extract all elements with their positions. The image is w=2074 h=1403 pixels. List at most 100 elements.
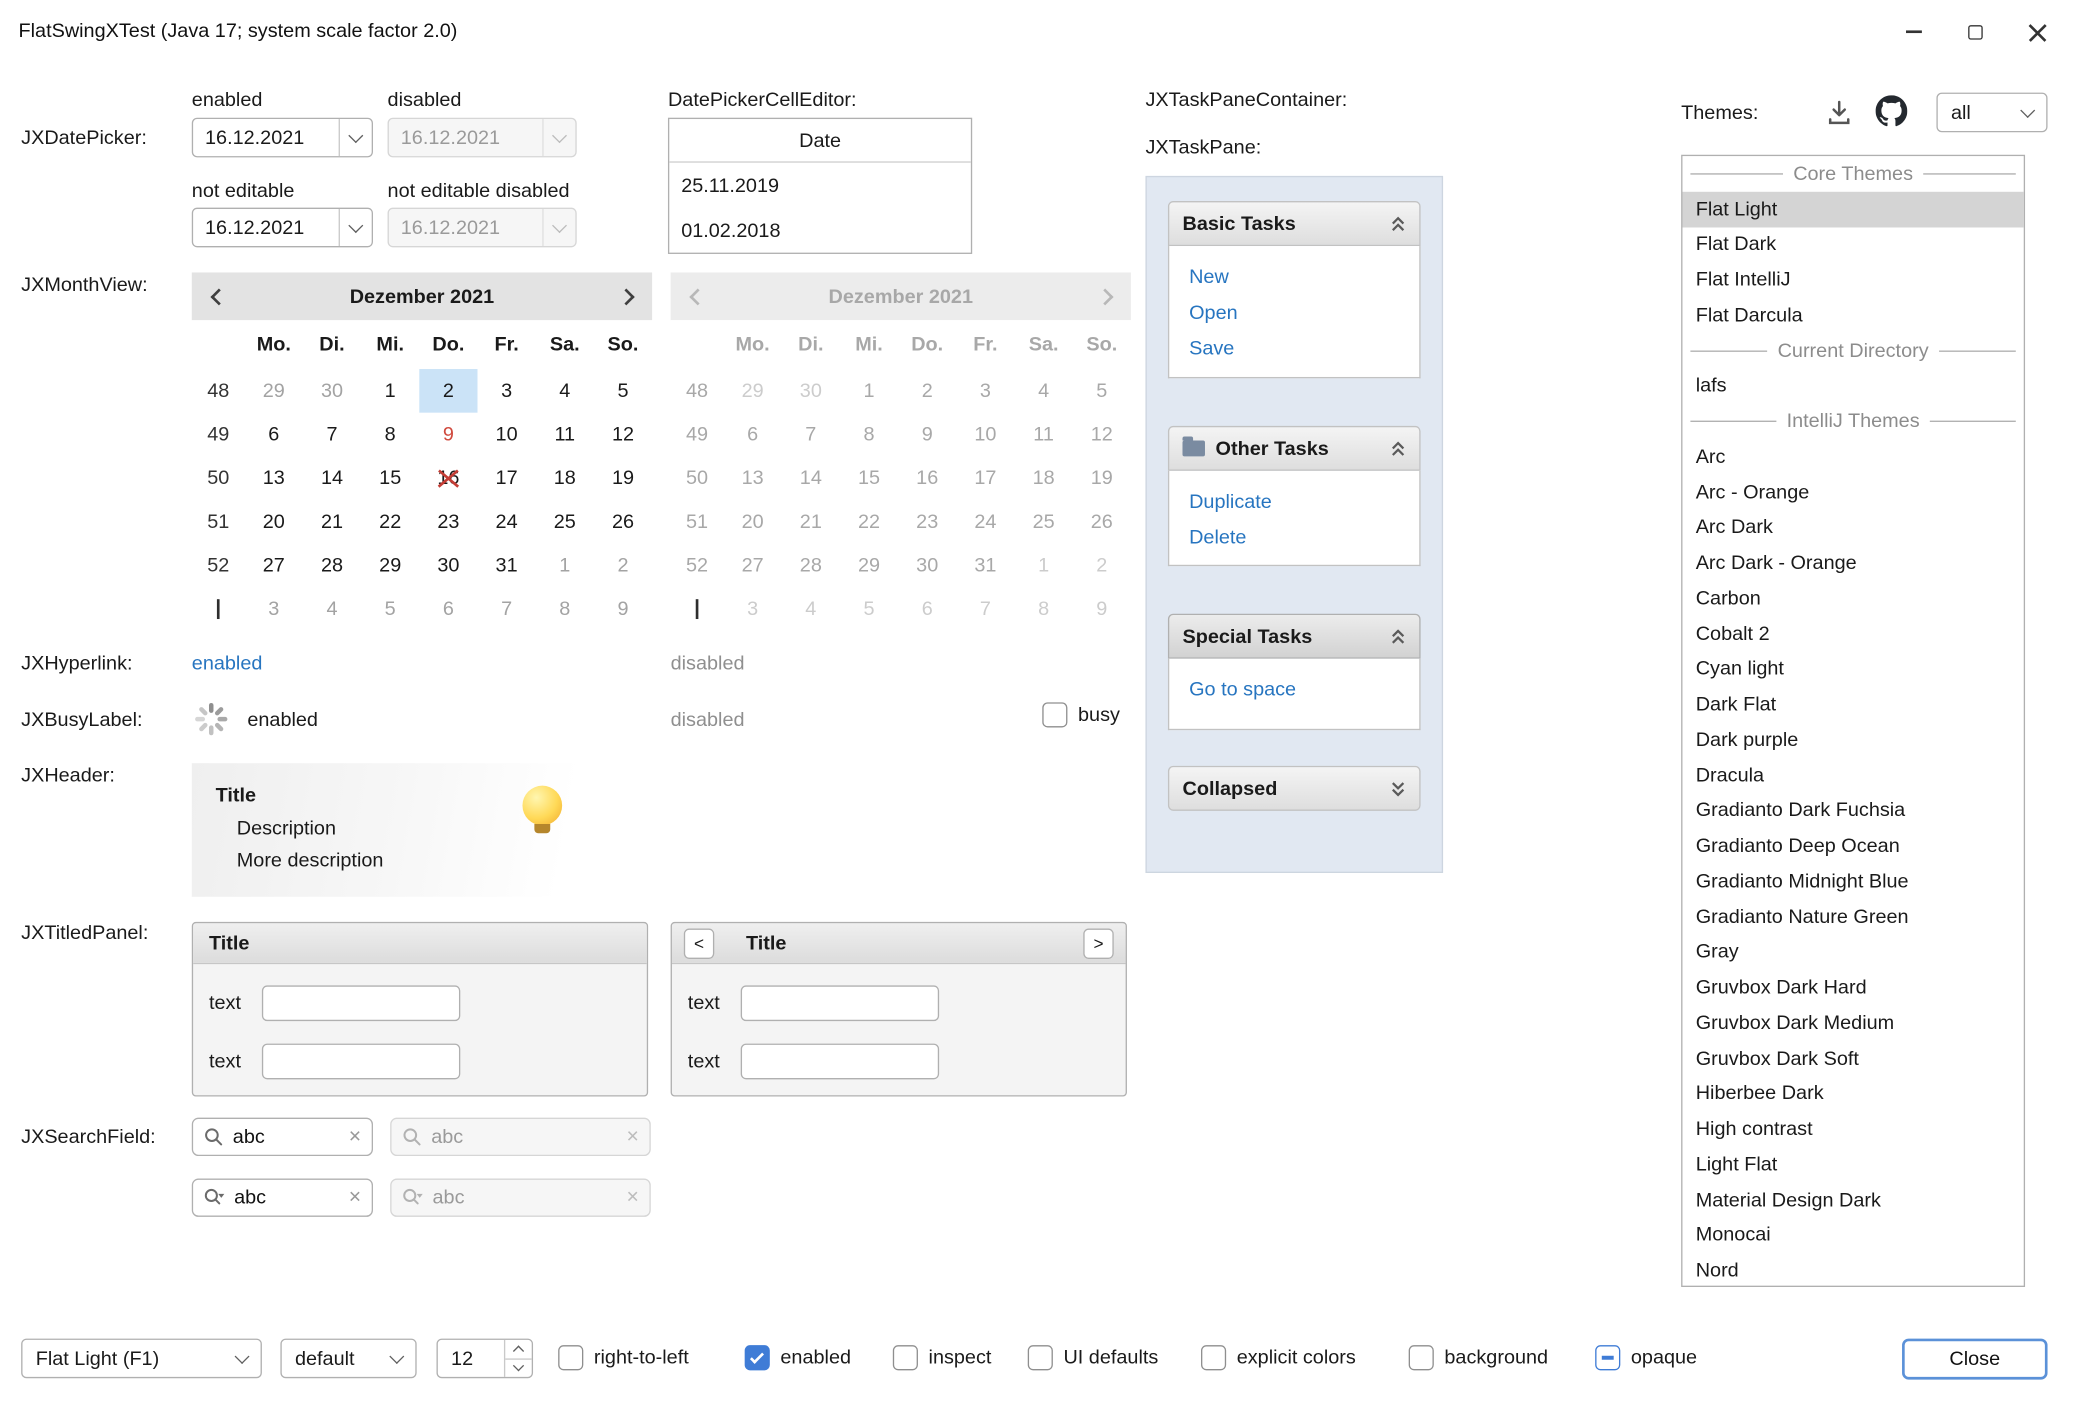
collapse-icon[interactable]: [1390, 215, 1406, 232]
next-month-button[interactable]: [1078, 272, 1131, 320]
day-cell[interactable]: 8: [361, 413, 419, 457]
theme-list-item[interactable]: Gradianto Midnight Blue: [1682, 864, 2023, 899]
theme-list-item[interactable]: Arc - Orange: [1682, 475, 2023, 510]
day-cell[interactable]: 29: [724, 369, 782, 413]
day-cell[interactable]: 8: [536, 587, 594, 631]
theme-list-item[interactable]: Light Flat: [1682, 1147, 2023, 1182]
day-cell[interactable]: 12: [594, 413, 652, 457]
clear-icon[interactable]: ×: [349, 1187, 361, 1208]
day-cell[interactable]: 18: [1015, 456, 1073, 500]
theme-list-item[interactable]: Nord: [1682, 1253, 2023, 1287]
day-cell[interactable]: 9: [1073, 587, 1131, 631]
day-cell[interactable]: 21: [782, 500, 840, 544]
window-close-button[interactable]: [2007, 0, 2069, 63]
theme-list[interactable]: Core ThemesFlat LightFlat DarkFlat Intel…: [1681, 155, 2025, 1287]
day-cell[interactable]: 20: [245, 500, 303, 544]
theme-list-item[interactable]: lafs: [1682, 368, 2023, 403]
taskpane-header[interactable]: Other Tasks: [1168, 426, 1421, 471]
day-cell[interactable]: 3: [956, 369, 1014, 413]
taskpane-header[interactable]: Basic Tasks: [1168, 201, 1421, 246]
day-cell[interactable]: 23: [898, 500, 956, 544]
theme-list-item[interactable]: Flat Dark: [1682, 227, 2023, 262]
next-month-button[interactable]: [599, 272, 652, 320]
search-with-menu-icon[interactable]: [204, 1188, 225, 1208]
day-cell[interactable]: 6: [898, 587, 956, 631]
day-cell[interactable]: 27: [245, 544, 303, 588]
day-cell[interactable]: 13: [724, 456, 782, 500]
theme-list-item[interactable]: Gradianto Deep Ocean: [1682, 828, 2023, 863]
day-cell[interactable]: 1: [361, 369, 419, 413]
day-cell[interactable]: 1: [1015, 544, 1073, 588]
day-cell[interactable]: 31: [956, 544, 1014, 588]
day-cell[interactable]: 4: [303, 587, 361, 631]
checkbox-box[interactable]: [1028, 1345, 1053, 1370]
day-cell[interactable]: 29: [361, 544, 419, 588]
day-cell[interactable]: 17: [956, 456, 1014, 500]
search-value[interactable]: abc: [234, 1186, 339, 1208]
theme-list-item[interactable]: Dark Flat: [1682, 687, 2023, 722]
datepicker-not-editable[interactable]: 16.12.2021: [192, 208, 373, 248]
day-cell[interactable]: 3: [477, 369, 535, 413]
theme-list-item[interactable]: Arc: [1682, 439, 2023, 474]
panel-next-button[interactable]: >: [1083, 928, 1113, 958]
laf-combo[interactable]: Flat Light (F1): [21, 1339, 262, 1379]
day-cell[interactable]: 18: [536, 456, 594, 500]
collapse-icon[interactable]: [1390, 628, 1406, 645]
checkbox-enabled[interactable]: enabled: [745, 1345, 851, 1370]
taskpane-header[interactable]: Special Tasks: [1168, 614, 1421, 659]
day-cell[interactable]: 2: [1073, 544, 1131, 588]
day-cell[interactable]: 30: [419, 544, 477, 588]
day-cell[interactable]: 9: [898, 413, 956, 457]
theme-list-item[interactable]: Carbon: [1682, 581, 2023, 616]
download-icon[interactable]: [1825, 99, 1853, 127]
day-cell[interactable]: 7: [477, 587, 535, 631]
checkbox-explicit-colors[interactable]: explicit colors: [1201, 1345, 1356, 1370]
hyperlink-enabled[interactable]: enabled: [192, 652, 263, 674]
theme-list-item[interactable]: Flat Light: [1682, 191, 2023, 226]
day-cell[interactable]: 8: [1015, 587, 1073, 631]
theme-list-item[interactable]: High contrast: [1682, 1111, 2023, 1146]
theme-list-item[interactable]: Dracula: [1682, 758, 2023, 793]
day-cell[interactable]: 19: [594, 456, 652, 500]
day-cell[interactable]: 6: [245, 413, 303, 457]
day-cell[interactable]: 29: [840, 544, 898, 588]
prev-month-button[interactable]: [671, 272, 724, 320]
maximize-button[interactable]: [1944, 0, 2006, 63]
day-cell[interactable]: 25: [536, 500, 594, 544]
checkbox-box[interactable]: [1409, 1345, 1434, 1370]
day-cell[interactable]: 4: [1015, 369, 1073, 413]
theme-list-item[interactable]: Arc Dark: [1682, 510, 2023, 545]
day-cell[interactable]: 6: [724, 413, 782, 457]
day-cell[interactable]: 10: [477, 413, 535, 457]
font-size-spinner[interactable]: 12: [436, 1339, 533, 1379]
day-cell[interactable]: 22: [361, 500, 419, 544]
text-input[interactable]: [262, 985, 460, 1021]
clear-icon[interactable]: ×: [349, 1126, 361, 1147]
day-cell[interactable]: 10: [956, 413, 1014, 457]
datepicker-dropdown-button[interactable]: [339, 119, 372, 156]
day-cell[interactable]: 22: [840, 500, 898, 544]
search-field-with-menu[interactable]: abc ×: [192, 1179, 373, 1217]
day-cell[interactable]: 20: [724, 500, 782, 544]
day-cell[interactable]: 30: [898, 544, 956, 588]
day-cell[interactable]: 11: [536, 413, 594, 457]
day-cell[interactable]: 5: [594, 369, 652, 413]
day-cell[interactable]: 12: [1073, 413, 1131, 457]
checkbox-background[interactable]: background: [1409, 1345, 1548, 1370]
theme-list-item[interactable]: Arc Dark - Orange: [1682, 545, 2023, 580]
day-cell[interactable]: 14: [782, 456, 840, 500]
checkbox-box[interactable]: [1595, 1345, 1620, 1370]
day-cell[interactable]: 5: [1073, 369, 1131, 413]
day-cell[interactable]: 4: [782, 587, 840, 631]
close-button[interactable]: Close: [1902, 1339, 2047, 1380]
day-cell[interactable]: 26: [594, 500, 652, 544]
day-cell[interactable]: 17: [477, 456, 535, 500]
day-cell[interactable]: 28: [782, 544, 840, 588]
prev-month-button[interactable]: [192, 272, 245, 320]
day-cell[interactable]: 16: [419, 456, 477, 500]
theme-list-item[interactable]: Monocai: [1682, 1218, 2023, 1253]
datepicker-value[interactable]: 16.12.2021: [193, 126, 338, 148]
day-cell[interactable]: 30: [782, 369, 840, 413]
checkbox-right-to-left[interactable]: right-to-left: [558, 1345, 689, 1370]
checkbox-box[interactable]: [1201, 1345, 1226, 1370]
